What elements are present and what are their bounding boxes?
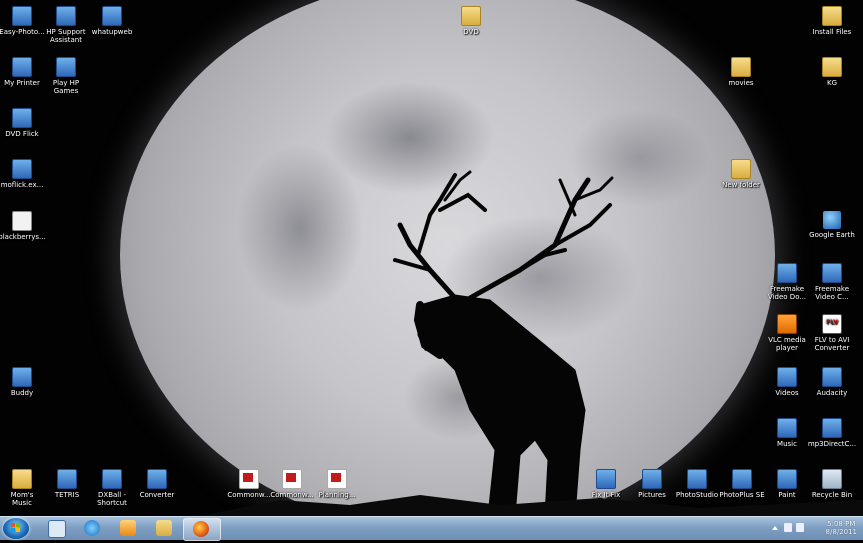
- internet-explorer-icon: [84, 520, 100, 536]
- app-icon: [102, 469, 122, 489]
- media-player-icon: [120, 520, 136, 536]
- dvd-icon: [12, 108, 32, 128]
- volume-icon[interactable]: [796, 523, 804, 532]
- desktop-icon-install-files[interactable]: Install Files: [804, 6, 860, 36]
- folder-icon: [731, 159, 751, 179]
- games-icon: [56, 57, 76, 77]
- printer-icon: [12, 57, 32, 77]
- document-icon: [12, 211, 32, 231]
- folder-icon: [731, 57, 751, 77]
- desktop-icon-photoplus[interactable]: PhotoPlus SE: [714, 469, 770, 499]
- folder-icon: [12, 469, 32, 489]
- desktop-icon-blackberrys[interactable]: blackberrys...: [0, 211, 50, 241]
- desktop-icon-dvd-folder[interactable]: DVD: [443, 6, 499, 36]
- folder-icon: [822, 57, 842, 77]
- tb-explorer[interactable]: [147, 518, 183, 539]
- freemake-icon: [822, 263, 842, 283]
- app-icon: [596, 469, 616, 489]
- desktop-icon-play-hp-games[interactable]: Play HP Games: [38, 57, 94, 95]
- app-icon: [12, 6, 32, 26]
- app-icon: [687, 469, 707, 489]
- desktop-icon-recycle-bin[interactable]: Recycle Bin: [804, 469, 860, 499]
- music-icon: [777, 418, 797, 438]
- pdf-icon: [282, 469, 302, 489]
- tb-media-player[interactable]: [111, 518, 147, 539]
- desktop-icon-dvd-flick[interactable]: DVD Flick: [0, 108, 50, 138]
- desktop-icon-mp3directcut[interactable]: mp3DirectC...: [804, 418, 860, 448]
- folder-icon: [461, 6, 481, 26]
- app-icon: [57, 469, 77, 489]
- network-tray-icon[interactable]: [784, 523, 792, 532]
- flv-icon: FLV: [822, 314, 842, 334]
- clock[interactable]: 5:08 PM 8/8/2011: [826, 520, 857, 536]
- desktop-icon-new-folder[interactable]: New folder: [713, 159, 769, 189]
- app-icon: [732, 469, 752, 489]
- taskbar: 5:08 PM 8/8/2011: [0, 516, 863, 541]
- tb-network-app[interactable]: [39, 518, 75, 539]
- pdf-icon: [327, 469, 347, 489]
- paint-icon: [777, 469, 797, 489]
- desktop-icon-flv-to-avi[interactable]: FLV FLV to AVI Converter: [804, 314, 860, 352]
- windows-logo-icon: [11, 523, 20, 532]
- desktop-icon-kg[interactable]: KG: [804, 57, 860, 87]
- app-icon: [12, 367, 32, 387]
- tb-internet-explorer[interactable]: [75, 518, 111, 539]
- folder-icon: [156, 520, 172, 536]
- windows-icon: [102, 6, 122, 26]
- app-icon: [12, 159, 32, 179]
- desktop-icon-buddy[interactable]: Buddy: [0, 367, 50, 397]
- desktop[interactable]: Easy-Photo... My Printer DVD Flick mofli…: [0, 0, 863, 516]
- desktop-icon-planning[interactable]: Planning...: [309, 469, 365, 499]
- desktop-icon-converter[interactable]: Converter: [129, 469, 185, 499]
- pdf-icon: [239, 469, 259, 489]
- firefox-icon: [193, 521, 209, 537]
- clock-time: 5:08 PM: [827, 520, 856, 528]
- audacity-icon: [822, 367, 842, 387]
- globe-icon: [823, 211, 841, 229]
- recycle-bin-icon: [822, 469, 842, 489]
- desktop-icon-whatupweb[interactable]: whatupweb: [84, 6, 140, 36]
- app-icon: [822, 418, 842, 438]
- start-button[interactable]: [3, 518, 29, 539]
- folder-icon: [822, 6, 842, 26]
- desktop-icon-google-earth[interactable]: Google Earth: [804, 211, 860, 239]
- show-hidden-icons-arrow-icon[interactable]: [772, 526, 778, 530]
- desktop-icon-movies-folder[interactable]: movies: [713, 57, 769, 87]
- video-icon: [777, 367, 797, 387]
- app-icon: [147, 469, 167, 489]
- pictures-icon: [642, 469, 662, 489]
- clock-date: 8/8/2011: [825, 528, 857, 536]
- vlc-icon: [777, 314, 797, 334]
- desktop-icon-freemake-converter[interactable]: Freemake Video C...: [804, 263, 860, 301]
- freemake-icon: [777, 263, 797, 283]
- network-icon: [48, 520, 66, 538]
- desktop-icon-moflick[interactable]: moflick.ex...: [0, 159, 50, 189]
- desktop-icon-audacity[interactable]: Audacity: [804, 367, 860, 397]
- hp-icon: [56, 6, 76, 26]
- tb-firefox[interactable]: [183, 518, 221, 541]
